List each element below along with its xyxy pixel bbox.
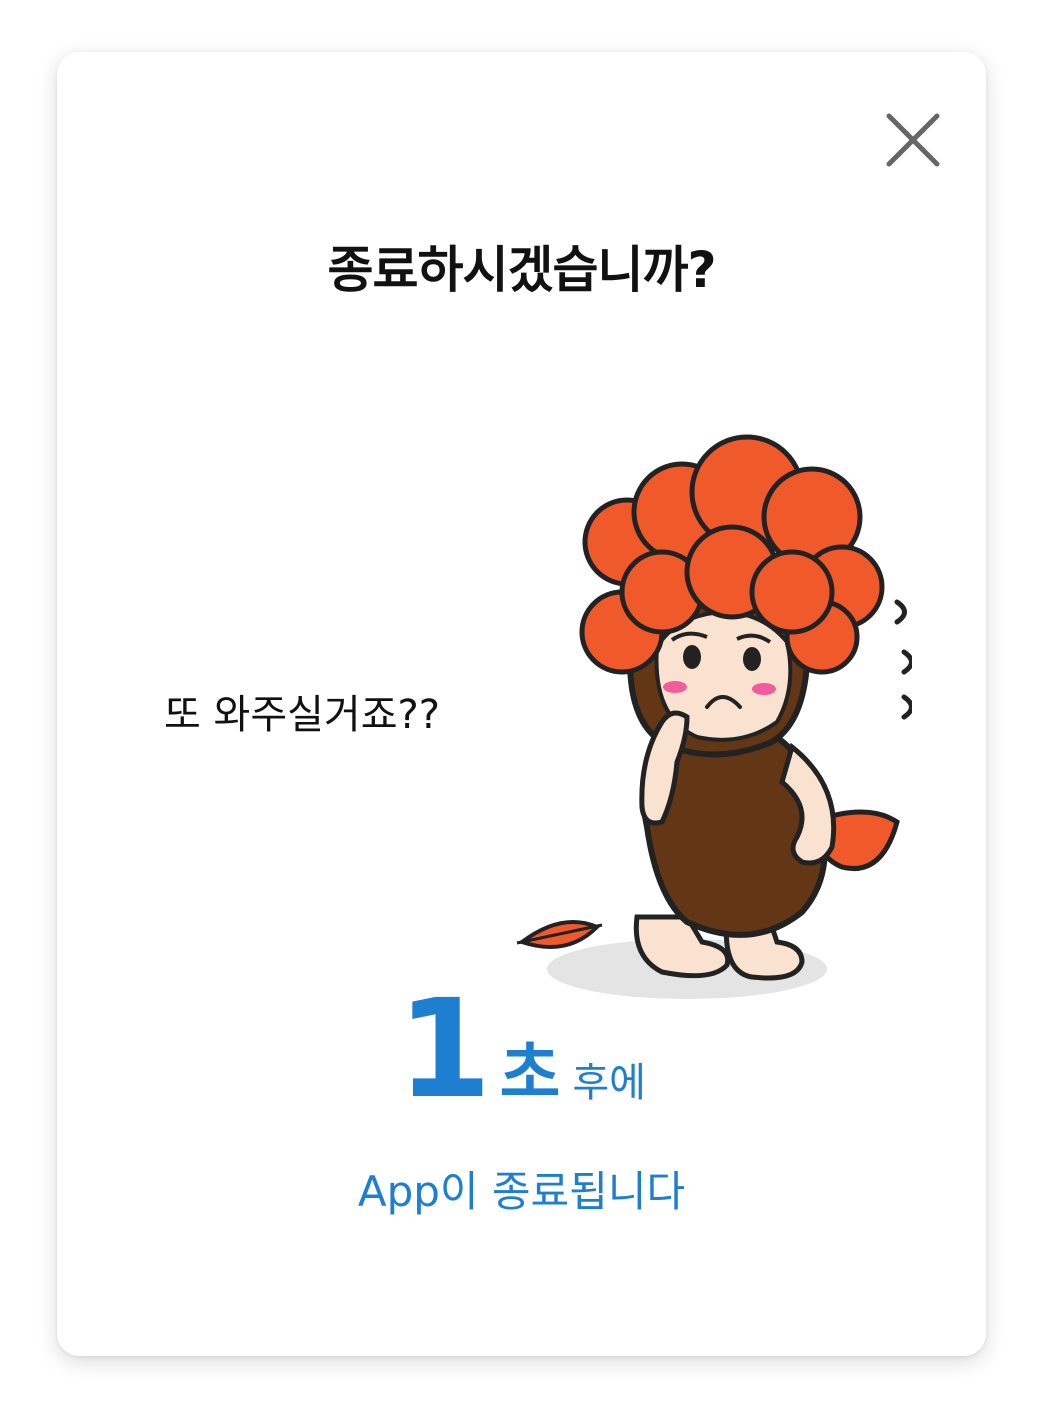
countdown: 1 초 후에 [57,980,986,1120]
right-eye [743,647,761,671]
right-cheek [752,683,776,695]
close-icon [886,113,940,167]
exit-dialog: 종료하시겠습니까? 또 와주실거죠?? 1 초 후에 App이 종료됩니다 [57,52,986,1356]
left-cheek [663,681,687,693]
left-eye [683,645,701,669]
countdown-unit: 초 [499,1035,561,1112]
close-button[interactable] [883,110,943,170]
speech-text: 또 와주실거죠?? [164,692,440,738]
closing-message: App이 종료됩니다 [357,1167,686,1216]
mascot-illustration [512,397,912,1007]
worried-mascot-illustration [516,434,912,999]
worry-marks-icon [894,599,912,720]
countdown-number: 1 [397,971,492,1129]
dialog-title: 종료하시겠습니까? [327,241,716,299]
countdown-after-label: 후에 [572,1060,646,1106]
